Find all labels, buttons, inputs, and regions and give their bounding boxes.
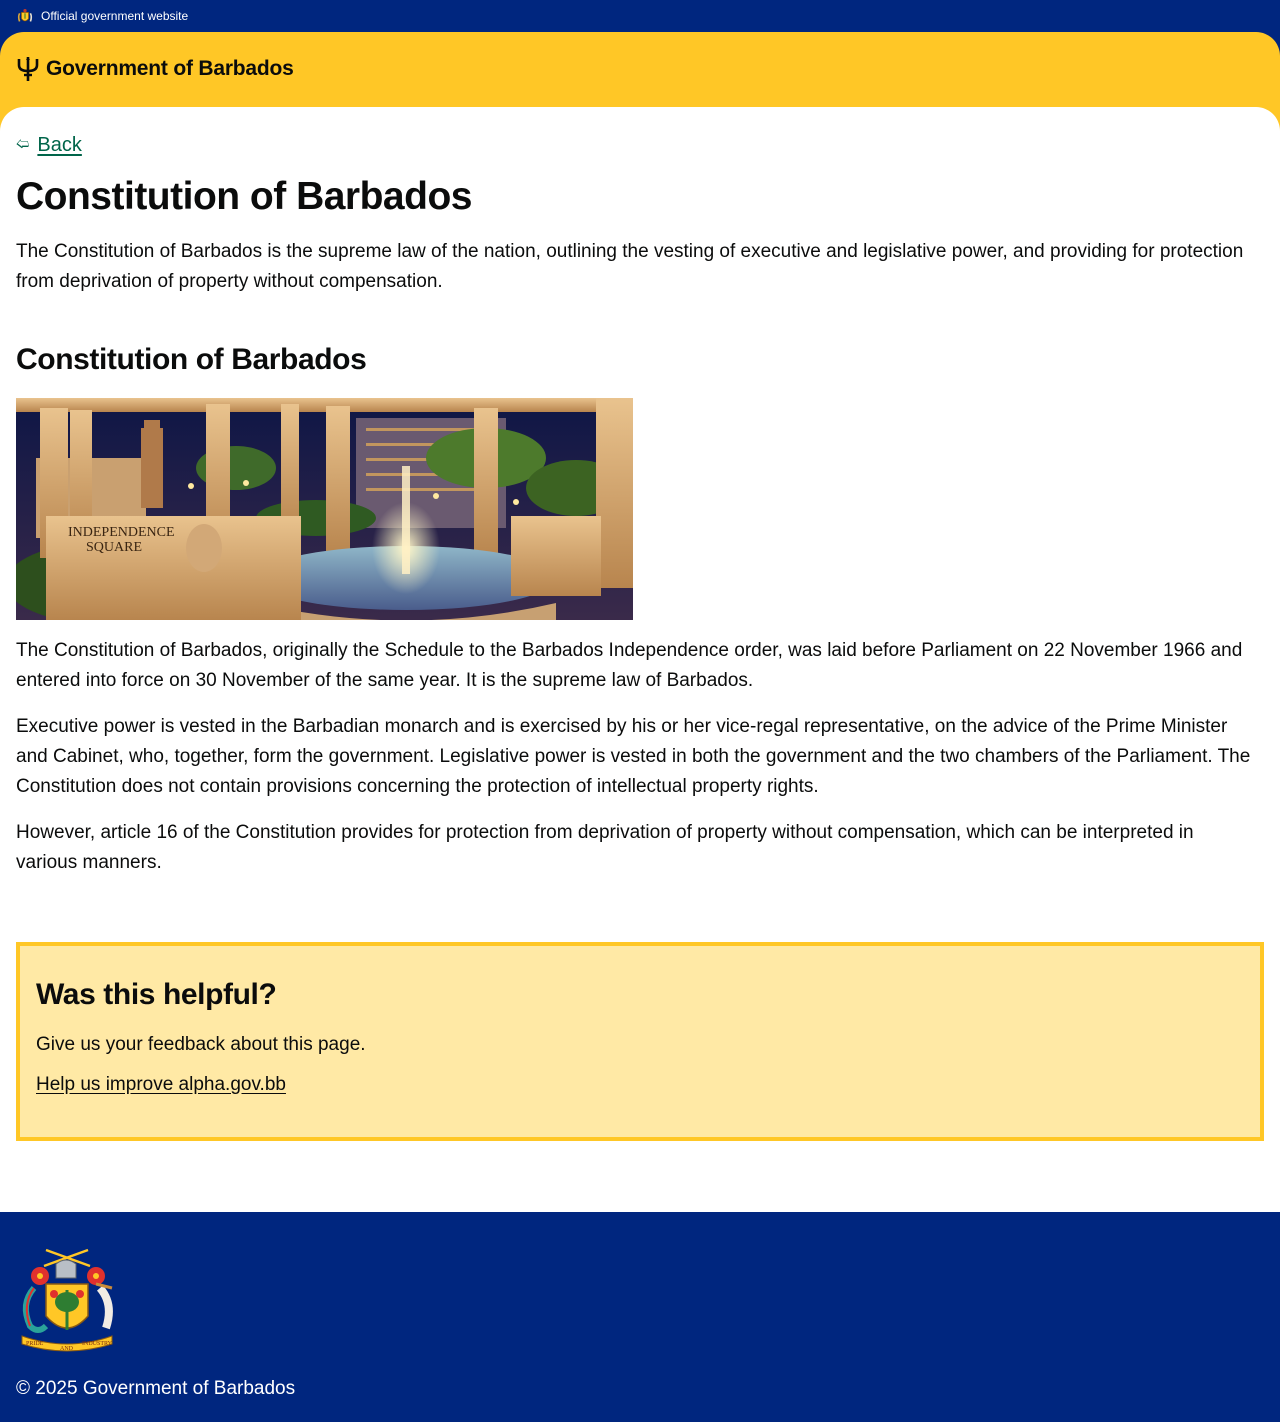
site-footer: PRIDE AND INDUSTRY © 2025 Government of … [0, 1212, 1280, 1422]
feedback-title: Was this helpful? [36, 978, 277, 1011]
arrow-left-icon: 🢨 [16, 135, 30, 151]
main-content: 🢨 Back Constitution of Barbados The Cons… [0, 107, 1280, 1212]
home-link[interactable]: Government of Barbados [16, 56, 294, 82]
trident-icon [17, 57, 39, 81]
footer-copyright: © 2025 Government of Barbados [16, 1378, 296, 1399]
article-body: The Constitution of Barbados, originally… [16, 636, 1256, 894]
image-sign-line2: SQUARE [86, 540, 142, 555]
motto-left: PRIDE [26, 1341, 44, 1347]
feedback-link[interactable]: Help us improve alpha.gov.bb [36, 1074, 286, 1095]
motto-mid: AND [60, 1346, 74, 1352]
paragraph: However, article 16 of the Constitution … [16, 822, 1194, 873]
paragraph: The Constitution of Barbados, originally… [16, 640, 1243, 691]
coat-of-arms-icon: PRIDE AND INDUSTRY [21, 1248, 113, 1352]
image-sign-line1: INDEPENDENCE [68, 525, 175, 540]
feedback-text: Give us your feedback about this page. [36, 1034, 366, 1055]
feedback-box: Was this helpful? Give us your feedback … [16, 942, 1264, 1141]
page-title: Constitution of Barbados [16, 175, 472, 218]
official-banner-text: Official government website [41, 9, 189, 23]
official-banner: Official government website [0, 0, 1280, 32]
back-link-label: Back [37, 134, 82, 156]
independence-square-illustration: INDEPENDENCE SQUARE [16, 398, 633, 620]
back-link[interactable]: 🢨 Back [16, 134, 82, 157]
paragraph: Executive power is vested in the Barbadi… [16, 716, 1251, 797]
brand-name: Government of Barbados [46, 57, 294, 80]
section-title: Constitution of Barbados [16, 343, 367, 376]
coat-of-arms-icon [17, 8, 33, 22]
independence-square-image: INDEPENDENCE SQUARE [16, 398, 633, 620]
motto-right: INDUSTRY [82, 1341, 113, 1347]
page-lead: The Constitution of Barbados is the supr… [16, 241, 1244, 292]
